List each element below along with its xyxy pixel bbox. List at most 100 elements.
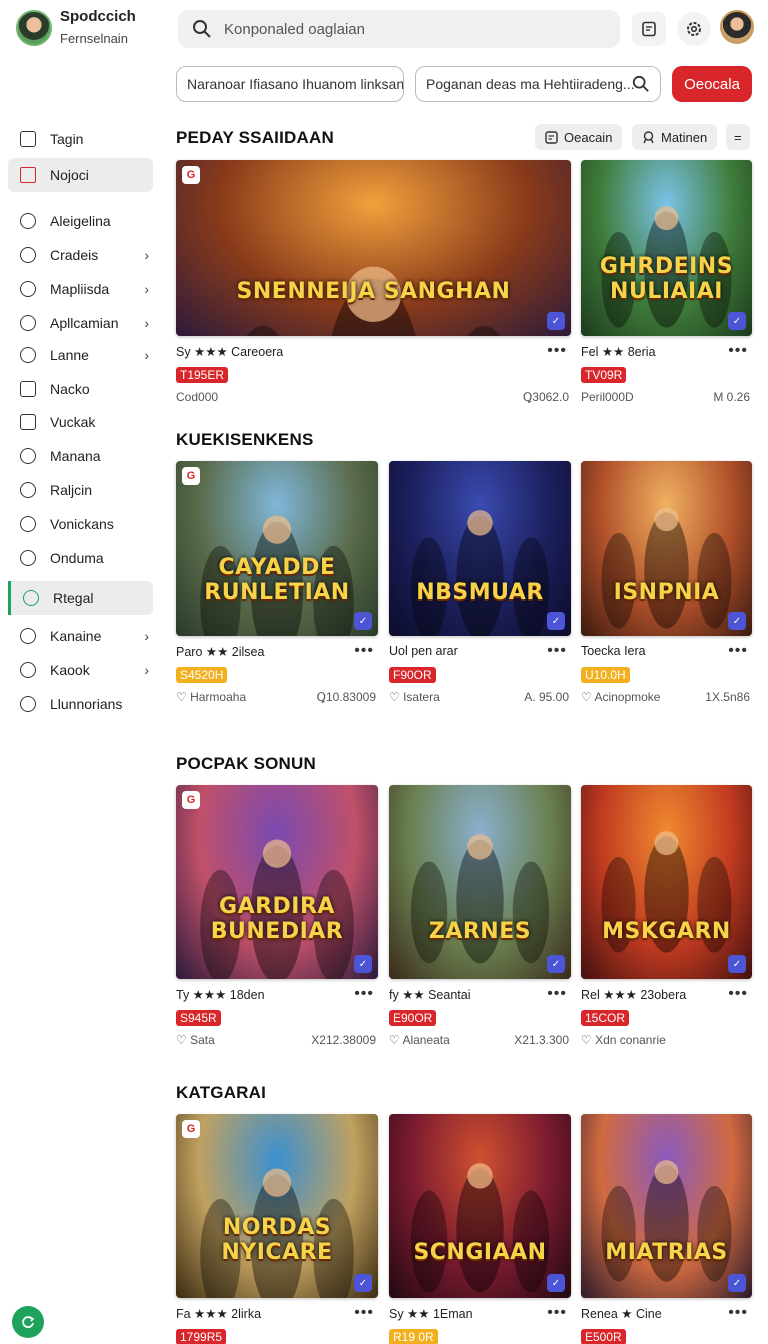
pill-button-2[interactable]: Matinen xyxy=(632,124,718,150)
game-thumbnail[interactable]: CAYADDE RUNLETIAN G ✓ xyxy=(176,461,378,636)
filter-field-2[interactable]: Poganan deas ma Hehtiiradeng... xyxy=(415,66,661,102)
menu-button[interactable]: = xyxy=(726,124,750,150)
avatar[interactable] xyxy=(16,9,52,46)
chevron-right-icon[interactable]: › xyxy=(144,347,149,363)
sidebar-item-rtegal[interactable]: Rtegal xyxy=(8,581,153,615)
price-badge: R19 0R xyxy=(389,1329,438,1344)
price-badge: 15COR xyxy=(581,1010,630,1026)
game-card[interactable]: SCNGIAAN ✓ Sy ★★ 1Eman ••• R19 0R xyxy=(389,1114,571,1344)
game-title-art: GHRDEINS NULIAIAI xyxy=(599,254,734,305)
more-options-icon[interactable]: ••• xyxy=(547,342,567,360)
settings-icon xyxy=(687,22,701,36)
game-card[interactable]: NBSMUAR ✓ Uol pen arar ••• F90OR ♡ Isatera A. … xyxy=(389,461,571,706)
more-options-icon[interactable]: ••• xyxy=(728,985,748,1003)
sidebar-item-kanaine[interactable]: Kanaine › xyxy=(8,619,153,653)
game-meta: Fel ★★ 8eria ••• xyxy=(581,342,752,362)
sidebar-item-nojoci[interactable]: Nojoci xyxy=(8,158,153,192)
chevron-right-icon[interactable]: › xyxy=(144,281,149,297)
game-thumbnail[interactable]: MIATRIAS ✓ xyxy=(581,1114,752,1298)
more-options-icon[interactable]: ••• xyxy=(354,985,374,1003)
game-card[interactable]: ZARNES ✓ fy ★★ Seantai ••• E90OR ♡ Alaneata X2… xyxy=(389,785,571,1049)
more-options-icon[interactable]: ••• xyxy=(547,985,567,1003)
chevron-right-icon[interactable]: › xyxy=(144,662,149,678)
game-sub-right: A. 95.00 xyxy=(524,690,569,704)
sidebar-item-cradeis[interactable]: Cradeis › xyxy=(8,238,153,272)
check-badge-icon: ✓ xyxy=(728,955,746,973)
user-avatar[interactable] xyxy=(720,10,754,44)
more-options-icon[interactable]: ••• xyxy=(354,642,374,660)
search-placeholder: Konponaled oaglaian xyxy=(224,20,365,38)
price-badge: S945R xyxy=(176,1010,221,1026)
settings-button[interactable] xyxy=(677,12,711,46)
more-options-icon[interactable]: ••• xyxy=(354,1304,374,1322)
game-card[interactable]: GHRDEINS NULIAIAI ✓ Fel ★★ 8eria ••• TV09R Pe… xyxy=(581,160,752,406)
sidebar-item-manana[interactable]: Manana xyxy=(8,439,153,473)
profile-subtitle: Fernselnain xyxy=(60,31,128,46)
price-badge: E500R xyxy=(581,1329,626,1344)
game-card[interactable]: CAYADDE RUNLETIAN G ✓ Paro ★★ 2ilsea ••• S452… xyxy=(176,461,378,706)
more-options-icon[interactable]: ••• xyxy=(547,642,567,660)
game-thumbnail[interactable]: NORDAS NYICARE G ✓ xyxy=(176,1114,378,1298)
fab-button[interactable] xyxy=(12,1306,44,1338)
sidebar-item-label: Mapliisda xyxy=(50,281,110,297)
game-thumbnail[interactable]: SNENNEIJA SANGHAN G ✓ xyxy=(176,160,571,336)
game-meta: Paro ★★ 2ilsea ••• xyxy=(176,642,378,662)
game-sub-left: Harmoaha xyxy=(190,690,247,704)
search-input[interactable]: Konponaled oaglaian xyxy=(178,10,620,48)
price-badge: 1799R5 xyxy=(176,1329,227,1344)
game-thumbnail[interactable]: ISNPNIA ✓ xyxy=(581,461,752,636)
sidebar-item-aleigelina[interactable]: Aleigelina xyxy=(8,204,153,238)
action-button[interactable]: Oeocala xyxy=(672,66,752,102)
game-card[interactable]: NORDAS NYICARE G ✓ Fa ★★★ 2lirka ••• 1799R5 xyxy=(176,1114,378,1344)
chevron-right-icon[interactable]: › xyxy=(144,628,149,644)
sidebar-item-tagin[interactable]: Tagin xyxy=(8,122,153,156)
game-thumbnail[interactable]: MSKGARN ✓ xyxy=(581,785,752,979)
heart-icon[interactable]: ♡ xyxy=(581,1033,595,1047)
more-options-icon[interactable]: ••• xyxy=(728,1304,748,1322)
game-thumbnail[interactable]: ZARNES ✓ xyxy=(389,785,571,979)
document-button[interactable] xyxy=(632,12,666,46)
heart-icon[interactable]: ♡ xyxy=(581,690,594,704)
heart-icon[interactable]: ♡ xyxy=(389,1033,402,1047)
game-meta-text: Paro ★★ 2ilsea xyxy=(176,645,265,659)
game-meta-text: Rel ★★★ 23obera xyxy=(581,988,687,1002)
pill-button-1[interactable]: Oeacain xyxy=(535,124,623,150)
game-thumbnail[interactable]: SCNGIAAN ✓ xyxy=(389,1114,571,1298)
game-card[interactable]: GARDIRA BUNEDIAR G ✓ Ty ★★★ 18den ••• S945R ♡ … xyxy=(176,785,378,1049)
check-badge-icon: ✓ xyxy=(728,612,746,630)
heart-icon[interactable]: ♡ xyxy=(176,1033,190,1047)
game-card[interactable]: ISNPNIA ✓ Toecka Iera ••• U10.0H ♡ Acinopmoke… xyxy=(581,461,752,706)
sidebar-item-vuckak[interactable]: Vuckak xyxy=(8,405,153,439)
sidebar-item-lanne[interactable]: Lanne › xyxy=(8,338,153,372)
chevron-right-icon[interactable]: › xyxy=(144,315,149,331)
filter-field-1[interactable]: Naranoar Ifiasano Ihuanom linksan xyxy=(176,66,404,102)
search-icon xyxy=(632,75,649,92)
sidebar-item-llunnorians[interactable]: Llunnorians xyxy=(8,687,153,721)
profile[interactable]: Spodccich Fernselnain xyxy=(16,8,136,47)
game-sub-left: Alaneata xyxy=(402,1033,450,1047)
game-thumbnail[interactable]: NBSMUAR ✓ xyxy=(389,461,571,636)
sidebar-item-nacko[interactable]: Nacko xyxy=(8,372,153,406)
heart-icon[interactable]: ♡ xyxy=(176,690,190,704)
more-options-icon[interactable]: ••• xyxy=(728,342,748,360)
game-thumbnail[interactable]: GHRDEINS NULIAIAI ✓ xyxy=(581,160,752,336)
heart-icon[interactable]: ♡ xyxy=(389,690,403,704)
game-meta: fy ★★ Seantai ••• xyxy=(389,985,571,1005)
chevron-right-icon[interactable]: › xyxy=(144,247,149,263)
game-card[interactable]: MSKGARN ✓ Rel ★★★ 23obera ••• 15COR ♡ Xdn con… xyxy=(581,785,752,1049)
game-meta: Ty ★★★ 18den ••• xyxy=(176,985,378,1005)
sidebar-item-apllcamian[interactable]: Apllcamian › xyxy=(8,306,153,340)
sidebar-item-kaook[interactable]: Kaook › xyxy=(8,653,153,687)
game-thumbnail[interactable]: GARDIRA BUNEDIAR G ✓ xyxy=(176,785,378,979)
sidebar-item-onduma[interactable]: Onduma xyxy=(8,541,153,575)
more-options-icon[interactable]: ••• xyxy=(728,642,748,660)
game-card[interactable]: SNENNEIJA SANGHAN G ✓ Sy ★★★ Careoera ••• T19… xyxy=(176,160,571,406)
sidebar-item-vonickans[interactable]: Vonickans xyxy=(8,507,153,541)
game-card[interactable]: MIATRIAS ✓ Renea ★ Cine ••• E500R xyxy=(581,1114,752,1344)
sidebar-item-raljcin[interactable]: Raljcin xyxy=(8,473,153,507)
sidebar-item-label: Onduma xyxy=(50,550,104,566)
pill-label: Matinen xyxy=(661,129,708,145)
sidebar-item-label: Llunnorians xyxy=(50,696,123,712)
sidebar-item-mapliisda[interactable]: Mapliisda › xyxy=(8,272,153,306)
more-options-icon[interactable]: ••• xyxy=(547,1304,567,1322)
